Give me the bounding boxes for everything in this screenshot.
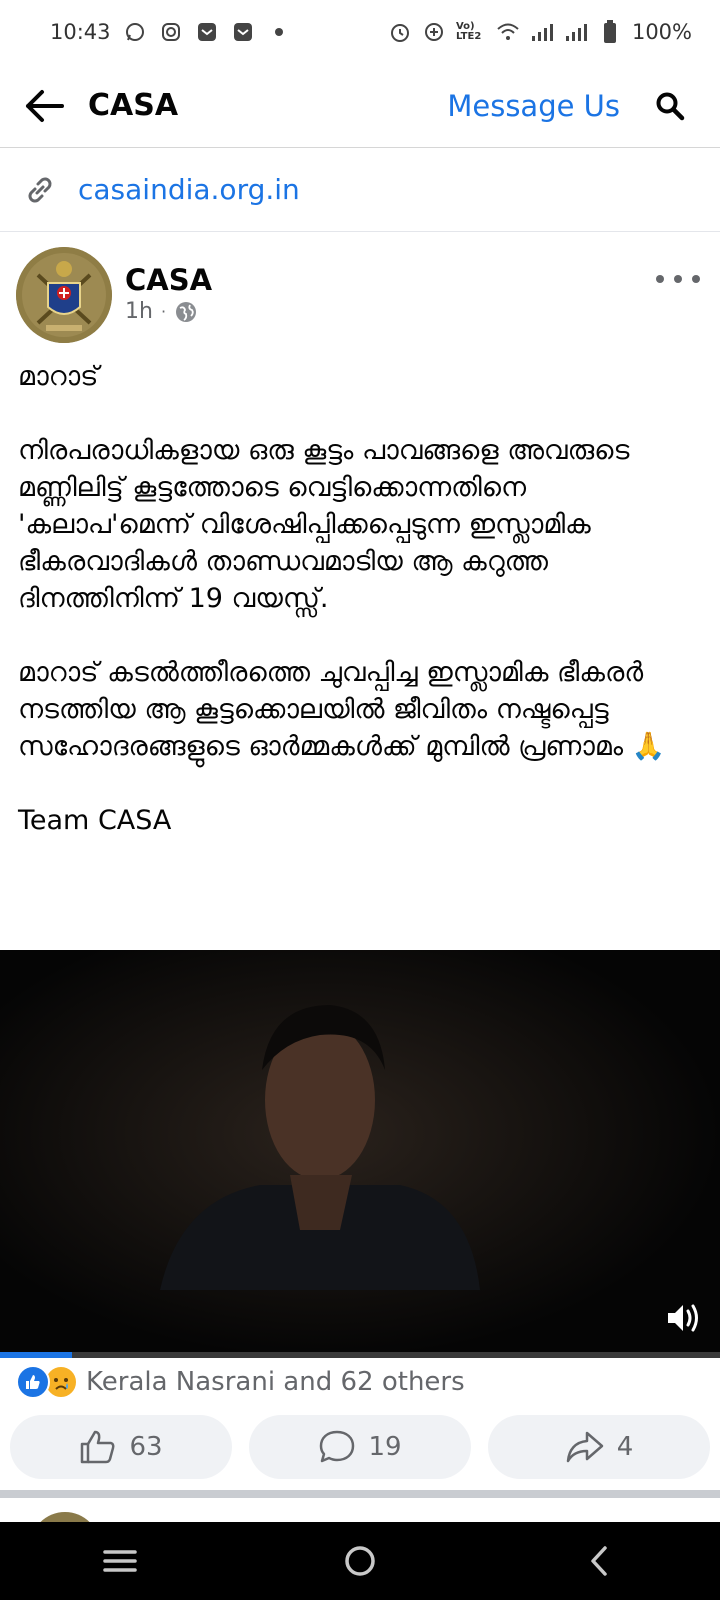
like-icon bbox=[81, 1430, 115, 1464]
system-nav-bar bbox=[0, 1522, 720, 1600]
signal-icon bbox=[564, 20, 588, 44]
system-back-button[interactable] bbox=[560, 1531, 640, 1591]
next-post-avatar bbox=[30, 1512, 100, 1522]
signal-icon bbox=[530, 20, 554, 44]
website-link[interactable]: casaindia.org.in bbox=[78, 173, 300, 206]
share-button[interactable]: 4 bbox=[488, 1415, 710, 1479]
post-text: മാറാട് നിരപരാധികളായ ഒരു കൂട്ടം പാവങ്ങളെ … bbox=[18, 358, 708, 876]
menu-icon bbox=[103, 1550, 137, 1572]
video-progress-fill bbox=[0, 1352, 72, 1358]
post-page-name[interactable]: CASA bbox=[125, 263, 212, 297]
post-actions: 63 19 4 bbox=[0, 1415, 720, 1479]
video-progress-bar[interactable] bbox=[0, 1352, 720, 1358]
search-button[interactable] bbox=[642, 78, 698, 134]
website-link-row[interactable]: casaindia.org.in bbox=[0, 148, 720, 232]
volume-button[interactable] bbox=[664, 1300, 704, 1336]
like-count: 63 bbox=[129, 1432, 163, 1462]
like-reaction-icon bbox=[16, 1365, 50, 1399]
comment-count: 19 bbox=[368, 1432, 402, 1462]
post-paragraph: മാറാട് കടൽത്തീരത്തെ ചുവപ്പിച്ച ഇസ്ലാമിക … bbox=[18, 657, 666, 762]
post-header: CASA 1h · bbox=[0, 245, 720, 345]
link-icon bbox=[28, 177, 52, 202]
share-count: 4 bbox=[616, 1432, 634, 1462]
message-us-button[interactable]: Message Us bbox=[447, 89, 620, 123]
post-time[interactable]: 1h bbox=[125, 299, 153, 324]
battery-icon bbox=[598, 20, 622, 44]
page-title: CASA bbox=[88, 88, 179, 123]
home-icon bbox=[345, 1546, 375, 1576]
back-arrow-icon bbox=[26, 89, 64, 122]
like-button[interactable]: 63 bbox=[10, 1415, 232, 1479]
post-video[interactable] bbox=[0, 950, 720, 1358]
more-icon bbox=[692, 275, 700, 283]
battery-percent: 100% bbox=[631, 20, 692, 44]
notification-bag-icon bbox=[195, 20, 219, 44]
more-options-button[interactable] bbox=[656, 267, 700, 291]
reactions-summary[interactable]: Kerala Nasrani and 62 others bbox=[0, 1360, 720, 1404]
back-icon bbox=[591, 1546, 607, 1576]
post-paragraph: മാറാട് bbox=[18, 361, 99, 392]
volte-label: Vo) LTE2 bbox=[455, 21, 482, 42]
meta-dot: · bbox=[160, 302, 167, 321]
next-post-peek bbox=[0, 1498, 720, 1522]
more-icon bbox=[656, 275, 664, 283]
search-icon bbox=[656, 92, 685, 120]
page-avatar[interactable] bbox=[16, 247, 112, 343]
reactions-text: Kerala Nasrani and 62 others bbox=[86, 1367, 465, 1397]
post-meta: 1h · bbox=[125, 299, 198, 324]
status-time: 10:43 bbox=[50, 20, 111, 44]
home-button[interactable] bbox=[320, 1531, 400, 1591]
comment-button[interactable]: 19 bbox=[249, 1415, 471, 1479]
volume-icon bbox=[668, 1304, 698, 1332]
reaction-icons bbox=[16, 1365, 78, 1399]
wifi-icon bbox=[496, 20, 520, 44]
status-bar: 10:43 Vo) LTE2 100% bbox=[0, 0, 720, 64]
alarm-icon bbox=[388, 20, 412, 44]
data-saver-icon bbox=[422, 20, 446, 44]
post-paragraph: നിരപരാധികളായ ഒരു കൂട്ടം പാവങ്ങളെ അവരുടെ … bbox=[18, 435, 638, 614]
recent-apps-button[interactable] bbox=[80, 1531, 160, 1591]
casa-logo-icon bbox=[16, 247, 112, 343]
feed-separator bbox=[0, 1490, 720, 1498]
post-paragraph: Team CASA bbox=[18, 805, 172, 836]
more-icon bbox=[674, 275, 682, 283]
notification-bag-icon bbox=[231, 20, 255, 44]
instagram-icon bbox=[159, 20, 183, 44]
globe-icon bbox=[176, 301, 197, 322]
back-button[interactable] bbox=[0, 64, 88, 148]
whatsapp-icon bbox=[123, 20, 147, 44]
video-frame bbox=[0, 950, 720, 1358]
dot-icon bbox=[267, 20, 291, 44]
app-bar: CASA Message Us bbox=[0, 64, 720, 148]
share-icon bbox=[566, 1431, 603, 1463]
comment-icon bbox=[320, 1430, 355, 1463]
